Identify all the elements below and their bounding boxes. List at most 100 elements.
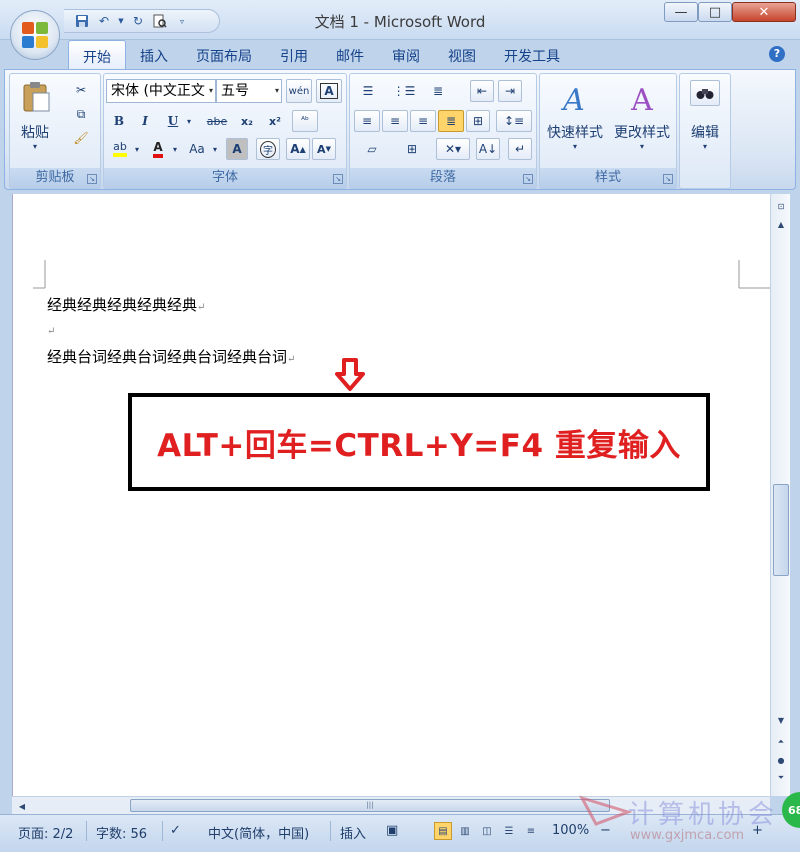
change-styles-dropdown-icon[interactable]: ▾ — [608, 142, 676, 151]
binoculars-icon[interactable] — [690, 80, 720, 106]
zoom-level[interactable]: 100% — [552, 823, 589, 838]
sort-icon[interactable]: A↓ — [476, 138, 500, 160]
shrink-font-button[interactable]: A ▼ — [312, 138, 336, 160]
office-button[interactable] — [10, 10, 60, 60]
subscript-button[interactable]: x₂ — [234, 110, 260, 132]
justify-icon[interactable]: ≣ — [438, 110, 464, 132]
phonetic-guide-button[interactable]: wén — [286, 79, 312, 103]
zoom-in-button[interactable]: + — [752, 823, 763, 838]
word-count[interactable]: 字数: 56 — [96, 823, 147, 842]
chinese-layout-icon[interactable]: ✕▾ — [436, 138, 470, 160]
font-size-combo[interactable]: 五号 ▾ — [216, 79, 282, 103]
italic-button[interactable]: I — [134, 110, 156, 132]
font-name-combo[interactable]: 宋体 (中文正文 ▾ — [106, 79, 216, 103]
line-spacing-icon[interactable]: ↕≡ — [496, 110, 532, 132]
tab-home[interactable]: 开始 — [68, 40, 126, 70]
office-logo-icon — [22, 22, 48, 48]
format-painter-icon[interactable]: 🖌 — [70, 128, 92, 148]
paste-dropdown-icon[interactable]: ▾ — [14, 142, 56, 151]
quick-styles-dropdown-icon[interactable]: ▾ — [542, 142, 608, 151]
tab-developer[interactable]: 开发工具 — [490, 40, 574, 70]
vertical-scroll-thumb[interactable] — [773, 484, 789, 576]
tab-mailings[interactable]: 邮件 — [322, 40, 378, 70]
highlight-dropdown-icon[interactable]: ▾ — [132, 138, 142, 160]
font-color-dropdown-icon[interactable]: ▾ — [170, 138, 180, 160]
copy-icon[interactable]: ⧉ — [70, 104, 92, 124]
scroll-up-icon[interactable]: ▲ — [773, 216, 789, 232]
vertical-scrollbar[interactable]: ⊡ ▲ ▼ ⏶ ● ⏷ — [770, 194, 790, 796]
decrease-indent-icon[interactable]: ⇤ — [470, 80, 494, 102]
font-color-icon: A — [153, 140, 163, 158]
increase-indent-icon[interactable]: ⇥ — [498, 80, 522, 102]
scroll-down-icon[interactable]: ▼ — [773, 712, 789, 728]
enclose-char-button[interactable]: 字 — [256, 138, 280, 160]
minimize-button[interactable]: — — [664, 2, 698, 22]
show-marks-icon[interactable]: ↵ — [508, 138, 532, 160]
help-icon[interactable]: ? — [769, 46, 785, 62]
document-page[interactable]: 经典经典经典经典经典↵ ↵ 经典台词经典台词经典台词经典台词↵ — [12, 194, 771, 796]
clipboard-launcher-icon[interactable]: ↘ — [87, 174, 97, 184]
insert-mode-indicator[interactable]: 插入 — [340, 823, 366, 842]
print-layout-view-icon[interactable]: ▤ — [434, 822, 452, 840]
phonetic-guide-icon: wén — [288, 85, 310, 97]
full-screen-reading-icon[interactable]: ▥ — [456, 822, 474, 840]
superscript-button[interactable]: x² — [262, 110, 288, 132]
font-color-button[interactable]: A — [146, 138, 170, 160]
change-case-button[interactable]: Aa — [184, 138, 210, 160]
maximize-button[interactable]: □ — [698, 2, 732, 22]
change-styles-icon[interactable]: A — [622, 80, 662, 120]
tab-review[interactable]: 审阅 — [378, 40, 434, 70]
paste-label[interactable]: 粘贴 — [14, 122, 56, 142]
distributed-icon[interactable]: ⊞ — [466, 110, 490, 132]
web-layout-icon[interactable]: ◫ — [478, 822, 496, 840]
outline-view-icon[interactable]: ☰ — [500, 822, 518, 840]
paragraph-launcher-icon[interactable]: ↘ — [523, 174, 533, 184]
quick-styles-label[interactable]: 快速样式 — [542, 122, 608, 142]
change-case-dropdown-icon[interactable]: ▾ — [210, 138, 220, 160]
proofing-icon[interactable]: ✓ — [170, 823, 181, 838]
align-left-icon[interactable]: ≡ — [354, 110, 380, 132]
editing-dropdown-icon[interactable]: ▾ — [680, 142, 730, 151]
horizontal-scroll-thumb[interactable]: ||| — [130, 799, 610, 812]
multilevel-list-icon[interactable]: ≣ — [424, 80, 452, 102]
char-border-button[interactable]: A — [316, 79, 342, 103]
editing-label[interactable]: 编辑 — [680, 122, 730, 142]
numbering-icon[interactable]: ⋮☰ — [390, 80, 418, 102]
tab-references[interactable]: 引用 — [266, 40, 322, 70]
tab-page-layout[interactable]: 页面布局 — [182, 40, 266, 70]
previous-page-icon[interactable]: ⏶ — [773, 734, 789, 750]
tab-insert[interactable]: 插入 — [126, 40, 182, 70]
cut-icon[interactable]: ✂ — [70, 80, 92, 100]
tab-view[interactable]: 视图 — [434, 40, 490, 70]
horizontal-scrollbar[interactable]: ◀ ||| — [12, 796, 770, 814]
underline-dropdown-icon[interactable]: ▾ — [184, 110, 194, 132]
ruler-toggle-icon[interactable]: ⊡ — [773, 198, 789, 214]
text-effects-button[interactable]: ᴬᵇ — [292, 110, 318, 132]
browse-object-icon[interactable]: ● — [773, 752, 789, 768]
paste-icon[interactable] — [16, 80, 56, 114]
styles-launcher-icon[interactable]: ↘ — [663, 174, 673, 184]
borders-icon[interactable]: ⊞ — [394, 138, 430, 160]
font-launcher-icon[interactable]: ↘ — [333, 174, 343, 184]
underline-button[interactable]: U — [162, 110, 184, 132]
shading-icon[interactable]: ▱ — [354, 138, 390, 160]
next-page-icon[interactable]: ⏷ — [773, 770, 789, 786]
highlight-button[interactable]: ab — [108, 138, 132, 160]
change-styles-label[interactable]: 更改样式 — [608, 122, 676, 142]
page-indicator[interactable]: 页面: 2/2 — [18, 823, 73, 842]
bullets-icon[interactable]: ☰ — [354, 80, 382, 102]
align-right-icon[interactable]: ≡ — [410, 110, 436, 132]
align-center-icon[interactable]: ≡ — [382, 110, 408, 132]
close-button[interactable]: ✕ — [732, 2, 796, 22]
strikethrough-button[interactable]: abe — [202, 110, 232, 132]
macro-record-icon[interactable]: ▣ — [386, 823, 398, 838]
char-shading-button[interactable]: A — [226, 138, 248, 160]
zoom-out-button[interactable]: − — [600, 823, 611, 838]
quick-styles-icon[interactable]: A — [554, 80, 594, 120]
title-bar: ↶ ▼ ↻ ▿ 文档 1 - Microsoft Word — □ ✕ — [0, 0, 800, 40]
bold-button[interactable]: B — [108, 110, 130, 132]
language-indicator[interactable]: 中文(简体，中国) — [208, 823, 309, 842]
grow-font-button[interactable]: A ▲ — [286, 138, 310, 160]
scroll-left-icon[interactable]: ◀ — [14, 798, 30, 814]
draft-view-icon[interactable]: ≡ — [522, 822, 540, 840]
